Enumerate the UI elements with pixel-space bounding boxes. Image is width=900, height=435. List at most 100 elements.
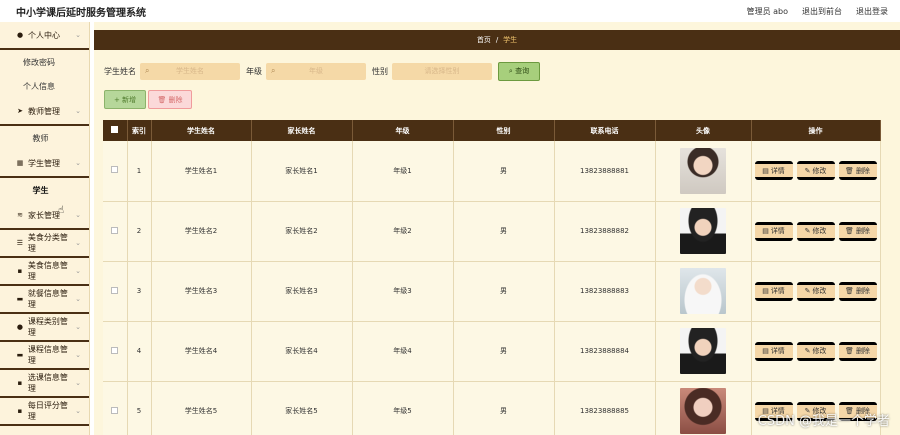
add-button[interactable]: + 新增 bbox=[104, 90, 146, 109]
breadcrumb-home[interactable]: 首页 bbox=[477, 35, 491, 45]
row-checkbox[interactable] bbox=[111, 226, 119, 234]
doc-icon: ▤ bbox=[762, 166, 769, 175]
gender-select-input[interactable] bbox=[392, 62, 492, 80]
edit-button-label: 修改 bbox=[812, 287, 827, 295]
sidebar-group: ● 个人中心 ⌄ 修改密码 个人信息 bbox=[0, 22, 89, 98]
mouse-cursor-icon: ☝ bbox=[58, 205, 65, 216]
index-cell: 3 bbox=[127, 261, 152, 322]
logout-link[interactable]: 退出登录 bbox=[856, 6, 888, 17]
row-checkbox[interactable] bbox=[111, 286, 119, 294]
doc-icon: ▤ bbox=[762, 287, 769, 295]
breadcrumb-separator: / bbox=[495, 36, 499, 44]
delete-button[interactable]: 🗑 删除 bbox=[838, 281, 877, 301]
sidebar-subitem[interactable]: 修改密码 bbox=[0, 50, 89, 74]
sidebar-item[interactable]: ≋ 家长管理 ⌄ bbox=[0, 202, 89, 230]
column-header: 索引 bbox=[127, 120, 152, 141]
student-name-input[interactable] bbox=[140, 62, 240, 80]
sidebar-item[interactable]: ▪ 美食信息管理 ⌄ bbox=[0, 258, 89, 286]
sidebar-item[interactable]: ▬ 课程信息管理 ⌄ bbox=[0, 342, 89, 370]
sidebar-item[interactable]: ▬服务反馈⌄ bbox=[0, 426, 89, 435]
sidebar-subitem[interactable]: 个人信息 bbox=[0, 74, 89, 98]
pencil-icon: ✎ bbox=[804, 347, 811, 355]
sidebar-subitem[interactable]: 学生 bbox=[0, 178, 89, 202]
delete-button-label: 删除 bbox=[855, 166, 870, 175]
phone-cell: 13823888885 bbox=[554, 381, 656, 435]
delete-button[interactable]: 🗑 删除 bbox=[838, 341, 877, 361]
edit-button[interactable]: ✎ 修改 bbox=[796, 161, 835, 181]
batch-delete-label: 删除 bbox=[168, 95, 183, 104]
detail-button-label: 详情 bbox=[770, 287, 785, 295]
sidebar-group: ▬ 课程信息管理 ⌄ bbox=[0, 342, 89, 370]
doc-icon: ▤ bbox=[762, 227, 769, 235]
sidebar-item[interactable]: ▪ 每日评分管理 ⌄ bbox=[0, 398, 89, 426]
detail-button[interactable]: ▤ 详情 bbox=[754, 281, 793, 301]
sidebar-group: ▪ 每日评分管理 ⌄ bbox=[0, 398, 89, 426]
admin-user-label[interactable]: 管理员 abo bbox=[747, 6, 788, 17]
detail-button[interactable]: ▤ 详情 bbox=[754, 341, 793, 361]
row-checkbox[interactable] bbox=[111, 406, 119, 414]
edit-button[interactable]: ✎ 修改 bbox=[796, 341, 835, 361]
apps-icon: ▪ bbox=[17, 267, 23, 275]
table-row: 2 学生姓名2 家长姓名2 年级2 男 13823888882 ▤ 详情 ✎ 修改 🗑 删除 bbox=[103, 201, 881, 262]
detail-button-label: 详情 bbox=[770, 227, 785, 235]
gender-label: 性别 bbox=[372, 66, 388, 76]
sidebar-item-label: 课程类别管理 bbox=[27, 317, 68, 337]
detail-button[interactable]: ▤ 详情 bbox=[754, 161, 793, 181]
edit-button[interactable]: ✎ 修改 bbox=[796, 401, 835, 421]
index-cell: 4 bbox=[127, 321, 152, 382]
sidebar-item[interactable]: ▬ 就餐信息管理 ⌄ bbox=[0, 286, 89, 314]
edit-button[interactable]: ✎ 修改 bbox=[796, 281, 835, 301]
row-select-cell bbox=[103, 261, 128, 322]
grade-input[interactable] bbox=[266, 62, 366, 80]
apps-icon: ▪ bbox=[17, 407, 23, 415]
delete-button[interactable]: 🗑 删除 bbox=[838, 401, 877, 421]
detail-button[interactable]: ▤ 详情 bbox=[754, 401, 793, 421]
select-all-cell bbox=[103, 120, 128, 141]
sidebar-item[interactable]: ▦ 学生管理 ⌄ bbox=[0, 150, 89, 178]
column-header: 学生姓名 bbox=[151, 120, 252, 141]
back-to-front-link[interactable]: 退出到前台 bbox=[802, 6, 842, 17]
list-icon: ☰ bbox=[16, 239, 24, 247]
parent-name-cell: 家长姓名1 bbox=[251, 141, 353, 202]
edit-button[interactable]: ✎ 修改 bbox=[796, 221, 835, 241]
delete-button-label: 删除 bbox=[855, 407, 870, 415]
search-icon: ⌕ bbox=[145, 65, 150, 75]
action-bar: + 新增 🗑 删除 bbox=[104, 90, 192, 109]
gender-cell: 男 bbox=[453, 201, 555, 262]
main-content: 首页 / 学生 学生姓名 ⌕ 年级 ⌕ 性别 ⌕ 查询 + 新增 🗑 删除 bbox=[94, 22, 900, 435]
delete-button[interactable]: 🗑 删除 bbox=[838, 161, 877, 181]
student-name-cell: 学生姓名3 bbox=[151, 261, 252, 322]
student-table: 索引 学生姓名 家长姓名 年级 性别 联系电话 头像 操作 1 学生姓名1 家长姓名… bbox=[103, 120, 881, 435]
index-cell: 1 bbox=[127, 141, 152, 202]
grade-cell: 年级2 bbox=[352, 201, 454, 262]
plus-icon: + bbox=[113, 95, 123, 104]
chevron-down-icon: ⌄ bbox=[75, 267, 81, 275]
sidebar-subitem[interactable]: 教师 bbox=[0, 126, 89, 150]
sidebar-item[interactable]: ● 个人中心 ⌄ bbox=[0, 22, 89, 50]
delete-button[interactable]: 🗑 删除 bbox=[838, 221, 877, 241]
delete-button-label: 删除 bbox=[855, 287, 870, 295]
gender-cell: 男 bbox=[453, 381, 555, 435]
sidebar-item[interactable]: ☰ 美食分类管理 ⌄ bbox=[0, 230, 89, 258]
search-button-label: 查询 bbox=[515, 67, 530, 75]
student-name-cell: 学生姓名4 bbox=[151, 321, 252, 382]
select-all-checkbox[interactable] bbox=[111, 126, 119, 133]
chevron-down-icon: ⌄ bbox=[75, 239, 81, 247]
sidebar-item[interactable]: ➤ 教师管理 ⌄ bbox=[0, 98, 89, 126]
search-button[interactable]: ⌕ 查询 bbox=[498, 61, 540, 81]
detail-button[interactable]: ▤ 详情 bbox=[754, 221, 793, 241]
row-checkbox[interactable] bbox=[111, 166, 119, 174]
phone-cell: 13823888882 bbox=[554, 201, 656, 262]
grade-field: ⌕ bbox=[266, 62, 366, 80]
row-checkbox[interactable] bbox=[111, 346, 119, 354]
column-header: 操作 bbox=[751, 120, 881, 141]
actions-cell: ▤ 详情 ✎ 修改 🗑 删除 bbox=[751, 201, 881, 262]
index-cell: 2 bbox=[127, 201, 152, 262]
batch-delete-button[interactable]: 🗑 删除 bbox=[148, 90, 192, 109]
sidebar-item[interactable]: ● 课程类别管理 ⌄ bbox=[0, 314, 89, 342]
doc-icon: ▤ bbox=[762, 407, 769, 415]
sidebar-item-label: 个人中心 bbox=[28, 30, 60, 40]
sidebar-group: ≋ 家长管理 ⌄ bbox=[0, 202, 89, 230]
app-title: 中小学课后延时服务管理系统 bbox=[16, 7, 146, 19]
sidebar-item[interactable]: ▪ 选课信息管理 ⌄ bbox=[0, 370, 89, 398]
